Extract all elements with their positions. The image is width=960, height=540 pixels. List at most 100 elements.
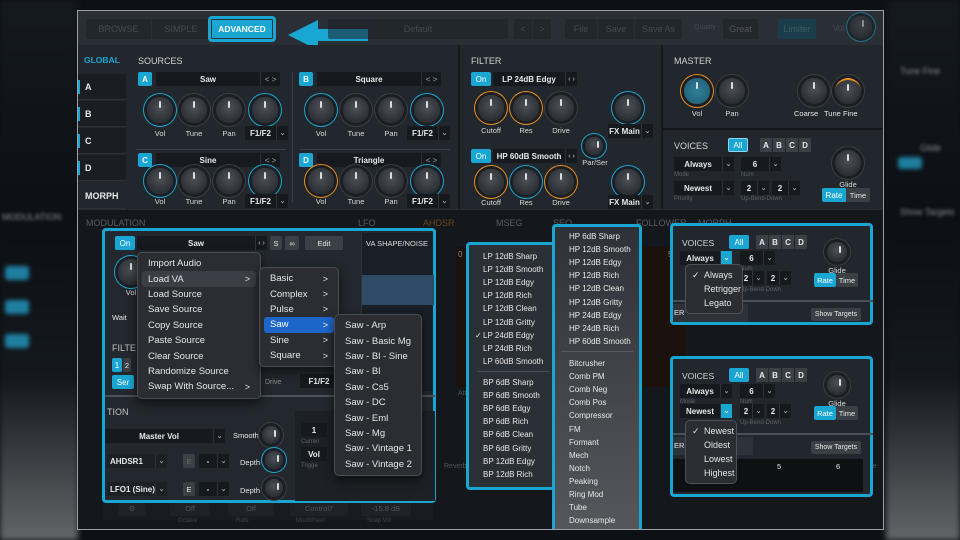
glide-time-button[interactable]: Time bbox=[836, 273, 858, 287]
menu-item-square[interactable]: Square > bbox=[264, 348, 334, 363]
glide-rate-button[interactable]: Rate bbox=[814, 406, 836, 420]
menu-item-copy-source[interactable]: Copy Source bbox=[142, 318, 256, 333]
filter-option[interactable]: Mech bbox=[555, 449, 641, 462]
sidebar-item-b[interactable]: B bbox=[78, 101, 126, 127]
mode-option-always[interactable]: ✓ Always bbox=[686, 268, 742, 282]
voices-b-button[interactable]: B bbox=[769, 235, 781, 249]
source-a-vol-knob[interactable] bbox=[147, 97, 173, 123]
filter-option[interactable]: Downsample bbox=[555, 514, 641, 527]
menu-item-saw-vintage-2[interactable]: Saw - Vintage 2 bbox=[339, 457, 417, 472]
filter-option[interactable]: HP 60dB Smooth bbox=[555, 335, 641, 348]
filter-option[interactable]: BP 12dB Rich bbox=[469, 468, 557, 481]
voices-all-button[interactable]: All bbox=[728, 138, 748, 152]
bend-up-select[interactable]: 2 ⌄ bbox=[740, 271, 764, 285]
voice-mode-select[interactable]: Always ⌄ bbox=[680, 384, 732, 398]
filter-option[interactable]: Compressor bbox=[555, 409, 641, 422]
filter2-route-select[interactable]: FX Main ⌄ bbox=[608, 195, 653, 209]
source-b-badge[interactable]: B bbox=[299, 72, 313, 86]
source-b-name[interactable]: Square bbox=[317, 72, 421, 86]
voice-mode-select[interactable]: Always ⌄ bbox=[674, 157, 734, 171]
source-b-route-knob[interactable] bbox=[414, 97, 440, 123]
priority-option-newest[interactable]: ✓ Newest bbox=[686, 424, 736, 438]
filter-option[interactable]: BP 12dB Edgy bbox=[469, 455, 557, 468]
filter1-cutoff-knob[interactable] bbox=[478, 95, 504, 121]
filter-tab-2[interactable]: 2 bbox=[123, 358, 131, 372]
filter1-route-select[interactable]: FX Main ⌄ bbox=[608, 124, 653, 138]
glide-knob[interactable] bbox=[827, 375, 847, 395]
bend-up-select[interactable]: 2 ⌄ bbox=[741, 181, 769, 195]
menu-item-save-source[interactable]: Save Source bbox=[142, 302, 256, 317]
source-a-badge[interactable]: A bbox=[138, 72, 152, 86]
source-c-tune-knob[interactable] bbox=[181, 168, 207, 194]
mod-source-select-1[interactable]: Master Vol ⌄ bbox=[105, 429, 225, 443]
voices-all-button[interactable]: All bbox=[729, 368, 749, 382]
menu-item-pulse[interactable]: Pulse > bbox=[264, 302, 334, 317]
menu-item-randomize-source[interactable]: Randomize Source bbox=[142, 364, 256, 379]
menu-item-sine[interactable]: Sine > bbox=[264, 333, 334, 348]
priority-option-highest[interactable]: Highest bbox=[686, 466, 736, 480]
filter-option[interactable]: LP 60dB Smooth bbox=[469, 355, 557, 368]
filter-option[interactable]: HP 12dB Clean bbox=[555, 282, 641, 295]
prev-preset-button[interactable]: < bbox=[514, 19, 532, 39]
filter-option[interactable]: BP 6dB Gritty bbox=[469, 441, 557, 454]
tab-simple[interactable]: SIMPLE bbox=[152, 19, 210, 39]
filter2-drive-knob[interactable] bbox=[548, 169, 574, 195]
depth-knob-1[interactable] bbox=[265, 451, 283, 469]
filter2-on-button[interactable]: On bbox=[471, 149, 491, 163]
source-b-route-select[interactable]: F1/F2 ⌄ bbox=[407, 126, 450, 140]
menu-item-saw-basic-mg[interactable]: Saw - Basic Mg bbox=[339, 333, 417, 348]
voices-a-button[interactable]: A bbox=[756, 235, 768, 249]
quality-select[interactable]: Great bbox=[723, 19, 758, 39]
source-route-select[interactable]: F1/F2 bbox=[300, 374, 338, 388]
save-button[interactable]: Save bbox=[598, 19, 634, 39]
master-volume-knob[interactable] bbox=[850, 16, 872, 38]
envelope-e-button[interactable]: E bbox=[183, 454, 195, 468]
voices-d-button[interactable]: D bbox=[795, 368, 807, 382]
priority-option-oldest[interactable]: Oldest bbox=[686, 438, 736, 452]
filter-option[interactable]: ✓ LP 24dB Edgy bbox=[469, 329, 557, 342]
voices-c-button[interactable]: C bbox=[782, 368, 794, 382]
mode-option-retrigger[interactable]: Retrigger bbox=[686, 282, 742, 296]
filter1-route-knob[interactable] bbox=[615, 95, 641, 121]
source-d-tune-knob[interactable] bbox=[343, 168, 369, 194]
menu-item-saw-bl-sine[interactable]: Saw - Bl - Sine bbox=[339, 349, 417, 364]
bend-down-select[interactable]: 2 ⌄ bbox=[772, 181, 800, 195]
source-a-pan-knob[interactable] bbox=[216, 97, 242, 123]
source-c-name[interactable]: Sine bbox=[156, 153, 260, 167]
ser-button[interactable]: Ser bbox=[112, 375, 134, 389]
glide-time-button[interactable]: Time bbox=[846, 188, 870, 202]
mod-source-select-2[interactable]: AHDSR1 ⌄ bbox=[107, 454, 167, 468]
source-d-name[interactable]: Triangle bbox=[317, 153, 421, 167]
filter-option[interactable]: BP 6dB Sharp bbox=[469, 376, 557, 389]
filter-option[interactable]: Peaking bbox=[555, 475, 641, 488]
lfo-trigger-select[interactable]: Vol bbox=[301, 447, 327, 461]
voice-mode-select[interactable]: Always ⌄ bbox=[680, 251, 732, 265]
filter2-type-select[interactable]: HP 60dB Smooth ‹ › bbox=[493, 149, 577, 163]
sidebar-item-d[interactable]: D bbox=[78, 155, 126, 181]
menu-item-saw-vintage-1[interactable]: Saw - Vintage 1 bbox=[339, 441, 417, 456]
glide-knob[interactable] bbox=[827, 242, 847, 262]
voices-c-button[interactable]: C bbox=[786, 138, 798, 152]
edit-button[interactable]: Edit bbox=[305, 236, 343, 250]
mode-option-legato[interactable]: Legato bbox=[686, 296, 742, 310]
sidebar-item-morph[interactable]: MORPH bbox=[78, 183, 126, 209]
filter2-cutoff-knob[interactable] bbox=[478, 169, 504, 195]
filter1-drive-knob[interactable] bbox=[548, 95, 574, 121]
source-c-route-select[interactable]: F1/F2 ⌄ bbox=[245, 194, 288, 208]
lfo-number[interactable]: 1 bbox=[301, 423, 327, 437]
source-b-pan-knob[interactable] bbox=[378, 97, 404, 123]
source-d-badge[interactable]: D bbox=[299, 153, 313, 167]
filter-option[interactable]: LP 12dB Gritty bbox=[469, 315, 557, 328]
depth-knob-2[interactable] bbox=[265, 479, 283, 497]
filter-option[interactable]: Formant bbox=[555, 436, 641, 449]
source-d-pan-knob[interactable] bbox=[378, 168, 404, 194]
tab-mseg[interactable]: MSEG bbox=[496, 218, 523, 228]
source-a-arrows[interactable]: < > bbox=[260, 72, 280, 86]
source-d-route-knob[interactable] bbox=[414, 168, 440, 194]
fine-tune-knob[interactable] bbox=[835, 78, 861, 104]
glide-knob[interactable] bbox=[835, 150, 861, 176]
filter-option[interactable]: BP 6dB Edgy bbox=[469, 402, 557, 415]
par-ser-knob[interactable] bbox=[585, 137, 603, 155]
tab-modulation[interactable]: MODULATION bbox=[86, 218, 145, 228]
sidebar-item-a[interactable]: A bbox=[78, 74, 126, 100]
